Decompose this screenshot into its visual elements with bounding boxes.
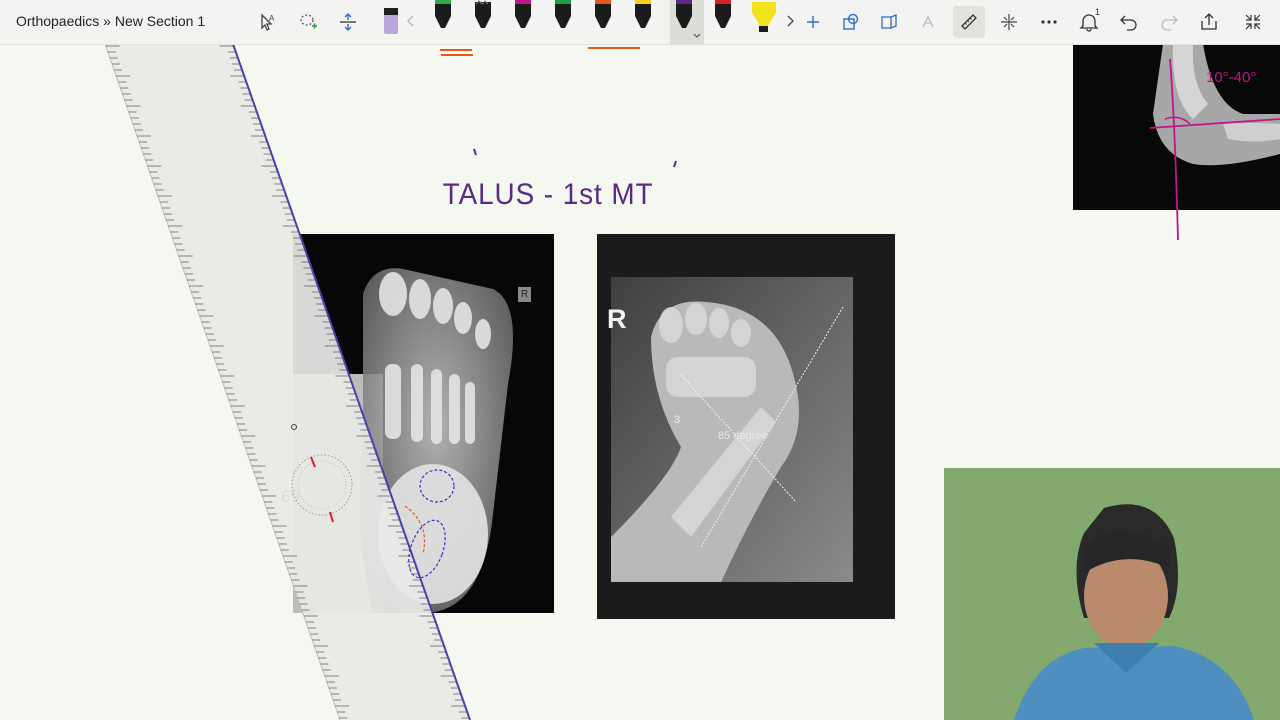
pen-yellow-icon[interactable] [632,0,654,38]
lasso-icon[interactable] [292,6,324,38]
pen-red-icon[interactable] [712,0,734,38]
highlighter-yellow-icon[interactable] [750,0,778,38]
math-icon[interactable] [993,6,1025,38]
share-icon[interactable] [1193,6,1225,38]
bell-icon[interactable]: 1 [1073,6,1105,38]
pen-green2-icon[interactable] [552,0,574,38]
xray-ankle-lateral[interactable] [1073,44,1280,210]
toolbar: Orthopaedics » New Section 1 A 1 [0,0,1280,45]
notification-count: 1 [1095,7,1101,17]
measurement-point-label: 3 [674,414,681,426]
xray-side-marker-left: R [518,287,531,302]
redo-icon[interactable] [1153,6,1185,38]
ink-to-shape-icon[interactable] [873,6,905,38]
ruler-angle-readout: 69 ° [281,467,300,507]
more-icon[interactable] [1033,6,1065,38]
degree-symbol: ° [291,467,297,483]
undo-icon[interactable] [1113,6,1145,38]
xray-foot-ap[interactable] [293,234,554,613]
collapse-icon[interactable] [1237,6,1269,38]
ruler-angle-value: 69 [281,487,300,506]
shapes-icon[interactable] [835,6,867,38]
xray-foot-lateral[interactable] [597,234,895,619]
svg-text:A: A [269,14,275,23]
note-canvas[interactable]: R R 85 degree 3 69 ° TALUS - 1st MT 10°-… [0,44,1280,720]
measured-angle-label: 85 degree [718,430,768,442]
pen-orange-icon[interactable] [592,0,614,38]
type-pointer-icon[interactable]: A [252,6,284,38]
pen-purple-selected-icon[interactable] [670,0,704,44]
handwritten-heading: TALUS - 1st MT [443,178,654,211]
presenter-video [944,468,1280,720]
nav-left-icon[interactable] [399,0,421,38]
add-pen-icon[interactable] [797,6,829,38]
add-space-icon[interactable] [332,6,364,38]
xray-side-marker-right: R [607,304,627,334]
pen-dark-icon[interactable] [472,0,494,38]
ruler-icon[interactable] [953,6,985,38]
pen-green-icon[interactable] [432,0,454,38]
ink-to-text-icon[interactable] [913,6,945,38]
pen-magenta-icon[interactable] [512,0,534,38]
breadcrumb[interactable]: Orthopaedics » New Section 1 [16,13,205,29]
